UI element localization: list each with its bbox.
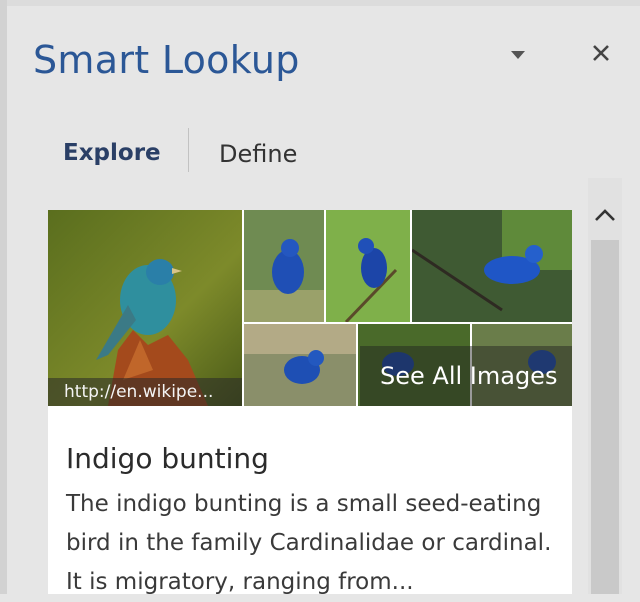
lookup-result-card: http://en.wikipe... See All Images Indig… bbox=[48, 210, 572, 595]
bird-image-3[interactable] bbox=[326, 210, 410, 322]
result-title[interactable]: Indigo bunting bbox=[66, 442, 269, 475]
window-left-edge bbox=[0, 0, 7, 594]
window-top-edge bbox=[0, 0, 640, 6]
result-description: The indigo bunting is a small seed-eatin… bbox=[66, 491, 552, 595]
close-icon[interactable] bbox=[588, 40, 614, 66]
bird-image-4[interactable] bbox=[412, 210, 572, 322]
chevron-up-icon[interactable] bbox=[588, 198, 622, 232]
chevron-down-icon[interactable] bbox=[508, 48, 528, 62]
image-grid: http://en.wikipe... See All Images bbox=[48, 210, 572, 406]
tab-explore[interactable]: Explore bbox=[63, 140, 161, 166]
scrollbar-thumb[interactable] bbox=[591, 240, 619, 594]
pane-title: Smart Lookup bbox=[33, 38, 300, 82]
bird-image-5[interactable] bbox=[244, 324, 356, 406]
image-source-link[interactable]: http://en.wikipe... bbox=[48, 378, 242, 406]
see-all-images-button[interactable]: See All Images bbox=[360, 346, 572, 406]
bird-image-large[interactable] bbox=[48, 210, 242, 406]
bird-image-2[interactable] bbox=[244, 210, 324, 322]
tab-define[interactable]: Define bbox=[219, 140, 297, 168]
tab-divider bbox=[188, 128, 189, 172]
